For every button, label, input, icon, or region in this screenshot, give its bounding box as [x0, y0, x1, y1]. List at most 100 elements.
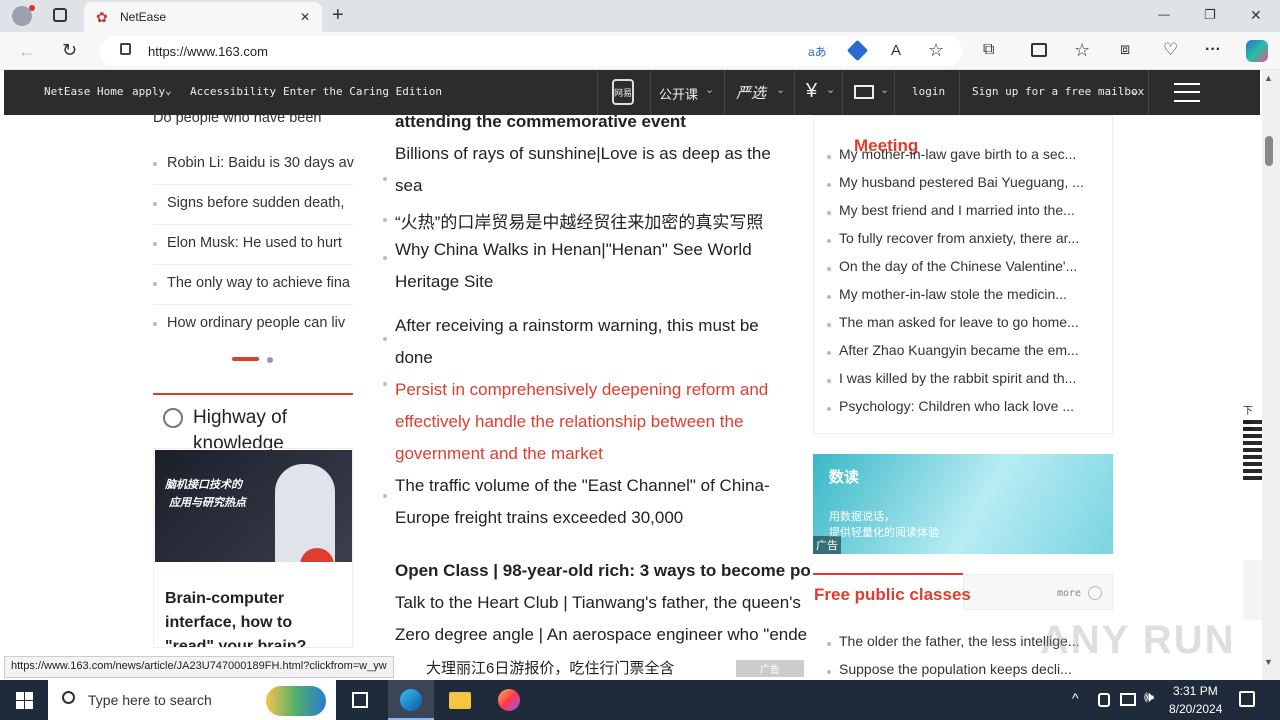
nav-yanxuan[interactable]: 严选 [736, 82, 766, 103]
split-screen-icon[interactable] [1031, 43, 1047, 57]
scroll-up-icon[interactable]: ▲ [1264, 74, 1273, 83]
bullet-icon [827, 295, 831, 299]
nav-login[interactable]: login [912, 85, 945, 98]
hamburger-middle-line [1174, 91, 1200, 93]
task-view-icon[interactable] [352, 692, 368, 708]
mail-icon[interactable] [854, 85, 874, 99]
bullet-icon [827, 211, 831, 215]
center-news-item[interactable]: Why China Walks in Henan|"Henan" See Wor… [395, 240, 752, 260]
favorites-icon[interactable]: ☆ [1074, 41, 1090, 59]
center-news-item[interactable]: government and the market [395, 444, 603, 464]
ad-line1: 用数据说话， [829, 511, 895, 523]
bullet-icon [383, 177, 387, 181]
center-news-item[interactable]: Persist in comprehensively deepening ref… [395, 380, 768, 400]
center-news-item[interactable]: “火热”的口岸贸易是中越经贸往来加密的真实写照 [395, 208, 763, 233]
center-news-item[interactable]: effectively handle the relationship betw… [395, 412, 743, 432]
center-news-item[interactable]: After receiving a rainstorm warning, thi… [395, 316, 759, 336]
center-news-item[interactable]: sea [395, 176, 422, 196]
nav-signup-mailbox[interactable]: Sign up for a free mailbox [972, 85, 1144, 98]
nav-apply[interactable]: apply [132, 85, 165, 98]
right-news-item[interactable]: After Zhao Kuangyin became the em... [839, 342, 1099, 358]
volume-icon[interactable]: 🕪 [1144, 689, 1154, 707]
taskbar-search-box[interactable]: Type here to search [48, 680, 336, 720]
restore-button[interactable]: ❐ [1204, 8, 1216, 21]
shopping-tag-icon[interactable] [846, 39, 869, 62]
copilot-icon[interactable] [1246, 40, 1268, 62]
url-text[interactable]: https://www.163.com [148, 44, 268, 59]
extensions-icon[interactable]: ⧉ [983, 42, 994, 58]
collections-icon[interactable]: ⧈ [1120, 42, 1130, 58]
left-news-item[interactable]: The only way to achieve fina [167, 275, 355, 291]
search-placeholder[interactable]: Type here to search [88, 692, 212, 708]
left-news-item[interactable]: Elon Musk: He used to hurt [167, 235, 355, 251]
bullet-icon [383, 382, 387, 386]
right-news-item[interactable]: My husband pestered Bai Yueguang, ... [839, 174, 1099, 190]
free-classes-underline [813, 573, 963, 575]
tray-app-icon[interactable] [1098, 693, 1110, 707]
clock-time[interactable]: 3:31 PM [1173, 684, 1218, 698]
nav-home[interactable]: NetEase Home [44, 85, 123, 98]
tab-actions-icon[interactable] [53, 8, 67, 22]
address-bar[interactable]: https://www.163.com aあ A ☆ [100, 36, 962, 66]
right-news-item[interactable]: My mother-in-law gave birth to a sec... [839, 146, 1099, 162]
new-tab-button[interactable]: + [332, 5, 344, 25]
windows-start-icon[interactable] [16, 692, 33, 709]
center-news-item[interactable]: Europe freight trains exceeded 30,000 [395, 508, 683, 528]
translate-icon[interactable]: aあ [808, 43, 827, 60]
browser-essentials-icon[interactable]: ♡ [1163, 41, 1178, 58]
firefox-icon[interactable] [498, 689, 520, 711]
more-menu-icon[interactable]: ··· [1205, 42, 1221, 58]
chevron-down-icon: ⌄ [776, 84, 786, 96]
file-explorer-icon[interactable] [449, 692, 471, 709]
left-news-item[interactable]: Signs before sudden death, [167, 195, 355, 211]
clock-date[interactable]: 8/20/2024 [1169, 702, 1222, 716]
yuan-icon[interactable]: ¥ [806, 80, 817, 103]
close-window-button[interactable]: ✕ [1250, 8, 1262, 22]
read-aloud-icon[interactable]: A [891, 42, 901, 59]
right-news-item[interactable]: Psychology: Children who lack love ... [839, 398, 1099, 414]
center-news-item[interactable]: done [395, 348, 433, 368]
notifications-icon[interactable] [1239, 691, 1255, 707]
minimize-button[interactable]: — [1158, 8, 1170, 20]
more-arrow-icon[interactable] [1088, 586, 1102, 600]
tab-close-icon[interactable]: ✕ [300, 10, 310, 24]
center-news-item[interactable]: 大理丽江6日游报价，吃住行门票全含 [426, 657, 674, 678]
refresh-icon[interactable]: ↻ [62, 41, 77, 59]
center-news-item[interactable]: Talk to the Heart Club | Tianwang's fath… [395, 593, 801, 613]
free-classes-title[interactable]: Free public classes [814, 585, 971, 605]
carousel-dot[interactable] [267, 357, 273, 363]
center-news-item[interactable]: attending the commemorative event [395, 112, 686, 132]
left-news-item[interactable]: How ordinary people can liv [167, 315, 355, 331]
right-news-item[interactable]: I was killed by the rabbit spirit and th… [839, 370, 1099, 386]
scroll-down-icon[interactable]: ▼ [1264, 658, 1273, 667]
right-news-item[interactable]: My best friend and I married into the... [839, 202, 1099, 218]
right-news-item[interactable]: To fully recover from anxiety, there ar.… [839, 230, 1099, 246]
center-news-item[interactable]: The traffic volume of the "East Channel"… [395, 476, 770, 496]
class-item[interactable]: Suppose the population keeps decli... [839, 661, 1099, 677]
right-news-item[interactable]: My mother-in-law stole the medicin... [839, 286, 1099, 302]
left-news-cut-top[interactable]: Do people who have been [153, 110, 341, 126]
center-news-item[interactable]: Billions of rays of sunshine|Love is as … [395, 144, 771, 164]
section-title-knowledge[interactable]: Highway of knowledge [193, 405, 343, 451]
taskbar-edge-active[interactable] [388, 680, 434, 720]
nav-caring-edition[interactable]: Enter the Caring Edition [283, 85, 442, 98]
tab-netease[interactable]: ✿ NetEase ✕ [84, 2, 322, 32]
tray-chevron-up-icon[interactable]: ^ [1072, 690, 1079, 706]
back-icon[interactable]: ← [18, 42, 36, 60]
favorite-star-icon[interactable]: ☆ [928, 40, 944, 61]
scrollbar-thumb[interactable] [1265, 136, 1273, 166]
center-news-item[interactable]: Open Class | 98-year-old rich: 3 ways to… [395, 561, 811, 581]
ad-title: 数读 [829, 469, 860, 486]
qr-code-icon[interactable] [1243, 420, 1262, 480]
center-news-item[interactable]: Zero degree angle | An aerospace enginee… [395, 625, 807, 645]
nav-accessibility[interactable]: Accessibility [190, 85, 276, 98]
right-news-item[interactable]: On the day of the Chinese Valentine'... [839, 258, 1099, 274]
center-news-item[interactable]: Heritage Site [395, 272, 493, 292]
carousel-dot-active[interactable] [232, 357, 259, 361]
nav-open-class[interactable]: 公开课 [659, 84, 698, 103]
right-news-item[interactable]: The man asked for leave to go home... [839, 314, 1099, 330]
left-news-item[interactable]: Robin Li: Baidu is 30 days av [167, 155, 355, 171]
ad-banner[interactable]: 数读 用数据说话， 提供轻量化的阅读体验 广告 [813, 454, 1113, 554]
more-link[interactable]: more [1057, 588, 1081, 599]
network-icon[interactable] [1120, 693, 1136, 706]
